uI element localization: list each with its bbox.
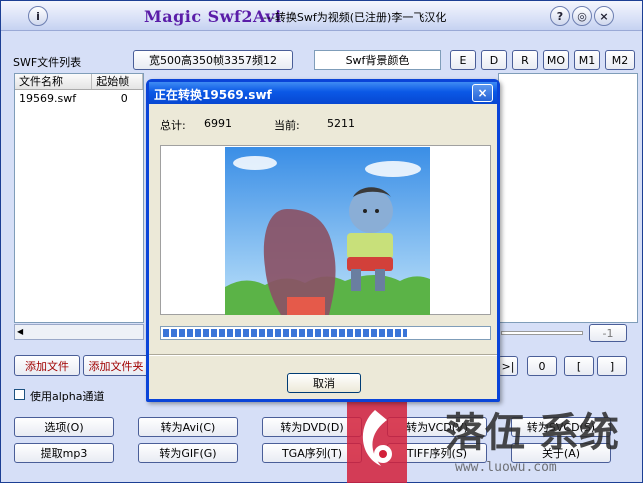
watermark-text: 落伍 系统: [445, 410, 619, 456]
mode-button-r[interactable]: R: [512, 50, 538, 70]
column-header-start-frame[interactable]: 起始帧: [92, 74, 143, 89]
dialog-separator: [149, 354, 497, 356]
file-name-cell: 19569.swf: [19, 92, 77, 105]
help-icon[interactable]: ?: [550, 6, 570, 26]
total-value: 6991: [204, 117, 232, 130]
minimize-icon[interactable]: ◎: [572, 6, 592, 26]
convert-gif-button[interactable]: 转为GIF(G): [138, 443, 238, 463]
cancel-button[interactable]: 取消: [287, 373, 361, 393]
watermark-url: www.luowu.com: [455, 460, 557, 475]
file-list-scrollbar[interactable]: ◀: [14, 324, 144, 340]
dialog-close-icon[interactable]: ×: [472, 84, 493, 102]
mark-in-button[interactable]: [: [564, 356, 594, 376]
frame-slider[interactable]: [501, 331, 583, 335]
info-icon[interactable]: i: [28, 6, 48, 26]
minus-one-button[interactable]: -1: [589, 324, 627, 342]
mode-button-m1[interactable]: M1: [574, 50, 600, 70]
dialog-body: 总计: 6991 当前: 5211 取消: [149, 104, 497, 399]
mode-button-d[interactable]: D: [481, 50, 507, 70]
frame-preview: [160, 145, 491, 315]
convert-avi-button[interactable]: 转为Avi(C): [138, 417, 238, 437]
file-list-label: SWF文件列表: [13, 56, 82, 69]
site-watermark-logo: 落伍 系统 www.luowu.com: [347, 396, 619, 483]
start-frame-cell: 0: [120, 92, 128, 105]
dialog-title-bar[interactable]: 正在转换19569.swf ×: [149, 82, 497, 104]
total-label: 总计:: [160, 119, 186, 132]
conversion-dialog: 正在转换19569.swf × 总计: 6991 当前: 5211 取消: [146, 79, 500, 402]
file-list[interactable]: 文件名称 起始帧 19569.swf 0: [14, 73, 144, 323]
current-value: 5211: [327, 117, 355, 130]
conversion-progress-bar: [160, 326, 491, 340]
list-item[interactable]: 19569.swf 0: [15, 92, 143, 106]
alpha-checkbox[interactable]: [14, 389, 25, 400]
current-label: 当前:: [274, 119, 300, 132]
go-end-button[interactable]: >|: [498, 356, 518, 376]
column-header-name[interactable]: 文件名称: [15, 74, 93, 89]
add-file-button[interactable]: 添加文件: [14, 355, 80, 376]
file-list-header: 文件名称 起始帧: [15, 74, 143, 90]
cartoon-frame-image: [225, 147, 430, 315]
scroll-left-icon[interactable]: ◀: [17, 327, 23, 336]
mode-button-mo[interactable]: MO: [543, 50, 569, 70]
mark-out-button[interactable]: ]: [597, 356, 627, 376]
zero-button[interactable]: 0: [527, 356, 557, 376]
app-name: Magic Swf2Avi: [144, 7, 282, 26]
alpha-label: 使用alpha通道: [30, 390, 105, 403]
dialog-title: 正在转换19569.swf: [154, 88, 272, 102]
bg-color-field[interactable]: Swf背景颜色: [314, 50, 441, 70]
preview-pane: [498, 73, 638, 323]
mode-button-e[interactable]: E: [450, 50, 476, 70]
size-info-button[interactable]: 宽500高350帧3357频12: [133, 50, 293, 70]
extract-mp3-button[interactable]: 提取mp3: [14, 443, 114, 463]
app-subtitle: ---转换Swf为视频(已注册)李一飞汉化: [263, 11, 447, 24]
title-bar: i Magic Swf2Avi ---转换Swf为视频(已注册)李一飞汉化 ? …: [1, 1, 642, 31]
close-icon[interactable]: ×: [594, 6, 614, 26]
mode-button-m2[interactable]: M2: [605, 50, 635, 70]
options-button[interactable]: 选项(O): [14, 417, 114, 437]
add-folder-button[interactable]: 添加文件夹: [83, 355, 149, 376]
progress-fill: [163, 329, 407, 337]
